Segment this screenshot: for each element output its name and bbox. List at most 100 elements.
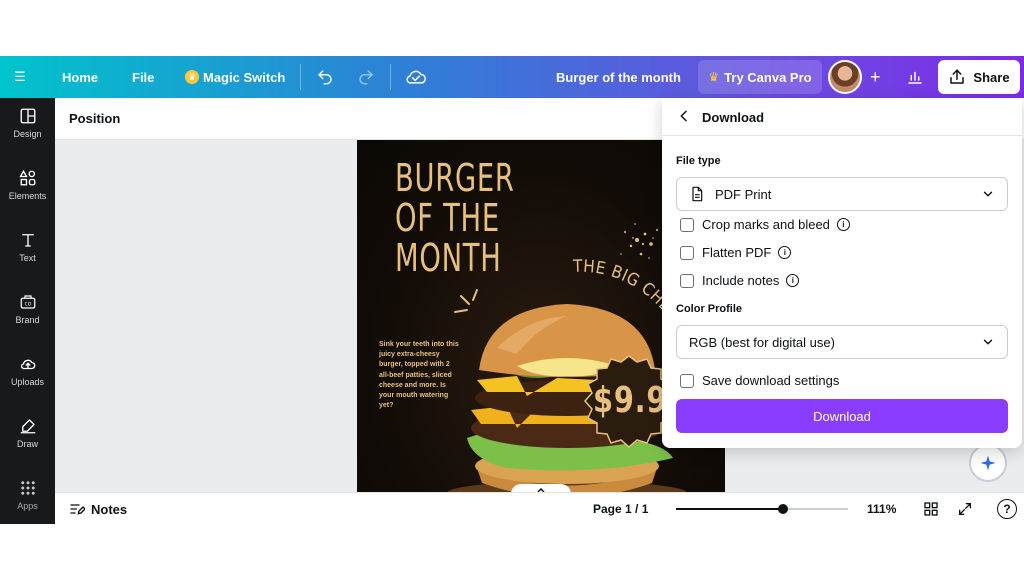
grid-view-icon[interactable] — [923, 501, 939, 517]
bottom-bar: Notes Page 1 / 1 111% ? — [55, 492, 1024, 524]
sidebar-item-label: Uploads — [10, 377, 45, 387]
sidebar-item-design[interactable]: Design — [0, 98, 55, 148]
option-label: Include notes — [702, 273, 780, 288]
zoom-slider[interactable] — [676, 504, 848, 514]
option-label: Flatten PDF — [702, 245, 772, 260]
magic-switch-button[interactable]: ♛ Magic Switch — [185, 56, 285, 98]
notes-button[interactable]: Notes — [69, 501, 127, 517]
toolbar-divider — [300, 64, 301, 90]
share-label: Share — [973, 69, 1010, 85]
help-button[interactable]: ? — [997, 499, 1017, 519]
brand-icon: CO — [20, 295, 35, 309]
canva-editor: ☰ Home File ♛ Magic Switch Burger of the… — [0, 56, 1024, 524]
insights-button[interactable] — [906, 56, 924, 98]
file-type-select[interactable]: PDF Print — [676, 177, 1008, 211]
zoom-slider-thumb[interactable] — [777, 504, 788, 514]
layout-icon — [20, 108, 35, 124]
avatar[interactable] — [828, 60, 862, 94]
option-label: Save download settings — [702, 373, 840, 388]
poster-title-line: BURGER — [395, 156, 515, 200]
bar-chart-icon — [908, 71, 922, 84]
sidebar-item-brand[interactable]: CO Brand — [0, 284, 55, 334]
sidebar-item-apps[interactable]: Apps — [0, 470, 55, 520]
fullscreen-icon[interactable] — [957, 501, 973, 517]
poster-title[interactable]: BURGER OF THE MONTH — [395, 156, 515, 280]
save-settings-checkbox[interactable] — [680, 373, 694, 388]
home-button[interactable]: Home — [62, 56, 98, 98]
collaborators: + — [828, 56, 890, 98]
try-canva-pro-button[interactable]: ♛ Try Canva Pro — [698, 60, 822, 94]
download-panel: Download File type PDF Print Crop marks … — [662, 98, 1022, 448]
save-settings-option[interactable]: Save download settings — [680, 373, 839, 388]
include-notes-checkbox[interactable] — [680, 273, 694, 288]
svg-text:CO: CO — [24, 301, 31, 307]
option-label: Crop marks and bleed — [702, 217, 830, 232]
shapes-icon — [18, 169, 35, 186]
magic-switch-label: Magic Switch — [203, 69, 286, 85]
sidebar-item-uploads[interactable]: Uploads — [0, 346, 55, 396]
download-panel-header: Download — [662, 98, 1022, 136]
cloud-check-icon — [406, 70, 427, 84]
top-toolbar: ☰ Home File ♛ Magic Switch Burger of the… — [0, 56, 1024, 98]
poster-title-line: MONTH — [395, 236, 502, 280]
color-profile-label: Color Profile — [676, 303, 743, 315]
flatten-pdf-checkbox[interactable] — [680, 245, 694, 260]
color-profile-select[interactable]: RGB (best for digital use) — [676, 325, 1008, 359]
text-icon — [21, 234, 34, 247]
chevron-down-icon — [983, 339, 993, 345]
sparkle-icon — [980, 455, 996, 471]
zoom-level[interactable]: 111% — [867, 502, 896, 516]
sidebar-item-text[interactable]: Text — [0, 222, 55, 272]
include-notes-option[interactable]: Include notes i — [680, 273, 800, 288]
left-sidebar: Design Elements Text CO Brand Uploads Dr… — [0, 98, 55, 524]
magic-assistant-button[interactable] — [969, 444, 1007, 482]
back-arrow-icon[interactable] — [676, 108, 692, 124]
file-type-value: PDF Print — [715, 186, 772, 202]
share-upload-icon — [950, 69, 965, 84]
sidebar-item-label: Brand — [15, 315, 40, 325]
menu-icon[interactable]: ☰ — [14, 56, 34, 98]
share-button[interactable]: Share — [938, 60, 1020, 94]
pen-icon — [20, 419, 35, 434]
sidebar-item-label: Draw — [16, 439, 38, 449]
redo-button[interactable] — [357, 56, 375, 98]
poster-description[interactable]: Sink your teeth into this juicy extra-ch… — [379, 340, 459, 411]
sidebar-item-label: Text — [19, 253, 36, 263]
redo-icon — [359, 70, 373, 85]
poster-title-line: OF THE — [395, 196, 500, 240]
document-title[interactable]: Burger of the month — [556, 56, 681, 98]
apps-grid-icon — [20, 481, 35, 495]
add-people-icon[interactable]: + — [870, 67, 881, 88]
document-icon — [692, 186, 703, 202]
page-indicator[interactable]: Page 1 / 1 — [593, 502, 648, 516]
crop-marks-option[interactable]: Crop marks and bleed i — [680, 217, 850, 232]
flatten-pdf-option[interactable]: Flatten PDF i — [680, 245, 792, 260]
undo-icon — [318, 70, 332, 85]
position-button[interactable]: Position — [69, 111, 120, 126]
file-menu-button[interactable]: File — [132, 56, 154, 98]
crown-icon: ♛ — [185, 70, 199, 84]
undo-button[interactable] — [316, 56, 334, 98]
notes-icon — [70, 504, 85, 515]
upload-cloud-icon — [20, 359, 35, 370]
zoom-slider-fill — [676, 508, 783, 510]
info-icon[interactable]: i — [836, 218, 850, 231]
sidebar-item-label: Apps — [17, 501, 38, 511]
cloud-save-button[interactable] — [405, 56, 427, 98]
toolbar-divider — [390, 64, 391, 90]
download-button[interactable]: Download — [676, 399, 1008, 433]
info-icon[interactable]: i — [778, 246, 792, 259]
sidebar-item-elements[interactable]: Elements — [0, 160, 55, 210]
crop-marks-checkbox[interactable] — [680, 217, 694, 232]
color-profile-value: RGB (best for digital use) — [689, 334, 835, 350]
sidebar-item-label: Elements — [8, 191, 47, 201]
try-pro-label: Try Canva Pro — [724, 69, 812, 85]
sidebar-item-draw[interactable]: Draw — [0, 408, 55, 458]
file-type-label: File type — [676, 155, 721, 167]
chevron-down-icon — [983, 191, 993, 197]
sidebar-item-label: Design — [13, 129, 42, 139]
notes-label: Notes — [91, 501, 128, 517]
info-icon[interactable]: i — [786, 274, 800, 287]
download-panel-title: Download — [702, 110, 765, 125]
crown-icon: ♛ — [708, 70, 720, 84]
